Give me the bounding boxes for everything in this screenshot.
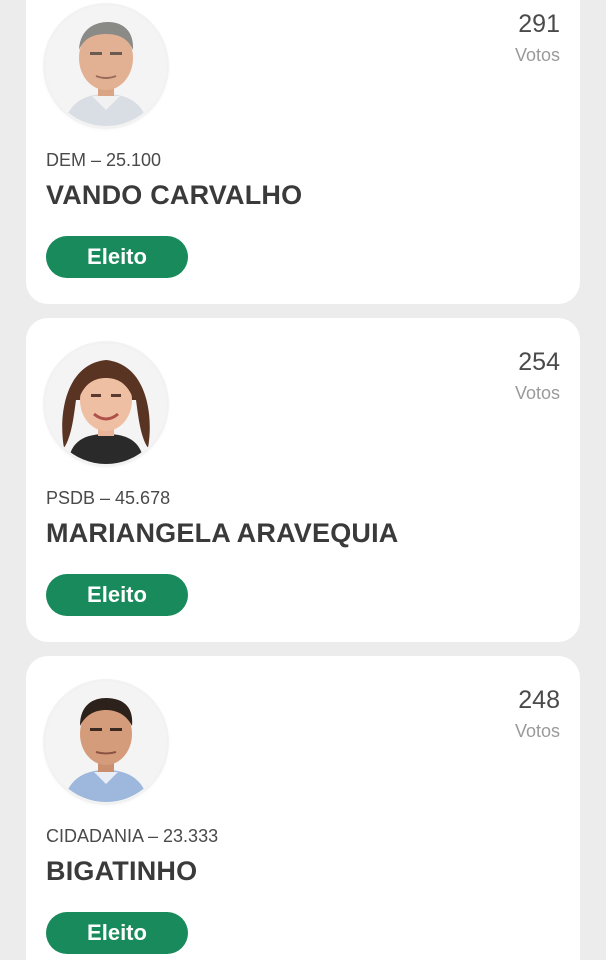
candidate-photo [46,6,166,126]
party-and-number: PSDB – 45.678 [46,488,171,508]
vote-unit-label: Votos [514,721,560,741]
candidate-card[interactable]: 254 Votos PSDB – 45.678 MARIANGELA ARAVE… [26,318,580,642]
candidate-card[interactable]: 291 Votos DEM – 25.100 VANDO CARVALHO El… [26,0,580,304]
vote-count: 248 [518,686,560,714]
candidate-photo [46,344,166,464]
elected-status-badge: Eleito [46,236,188,278]
party-and-number: CIDADANIA – 23.333 [46,826,219,846]
candidate-results-list: 291 Votos DEM – 25.100 VANDO CARVALHO El… [0,0,606,960]
vote-tally: 291 Votos [515,8,560,68]
candidate-card[interactable]: 248 Votos CIDADANIA – 23.333 BIGATINHO E… [26,656,580,960]
vote-tally: 254 Votos [515,346,560,406]
candidate-name: VANDO CARVALHO [46,180,303,210]
elected-status-badge: Eleito [46,912,188,954]
candidate-name: BIGATINHO [46,856,198,886]
elected-status-badge: Eleito [46,574,188,616]
vote-tally: 248 Votos [515,684,560,744]
party-and-number: DEM – 25.100 [46,150,162,170]
candidate-photo [46,682,166,802]
vote-unit-label: Votos [514,45,560,65]
vote-count: 291 [518,10,560,38]
vote-unit-label: Votos [514,383,560,403]
vote-count: 254 [518,348,560,376]
candidate-name: MARIANGELA ARAVEQUIA [46,518,399,548]
